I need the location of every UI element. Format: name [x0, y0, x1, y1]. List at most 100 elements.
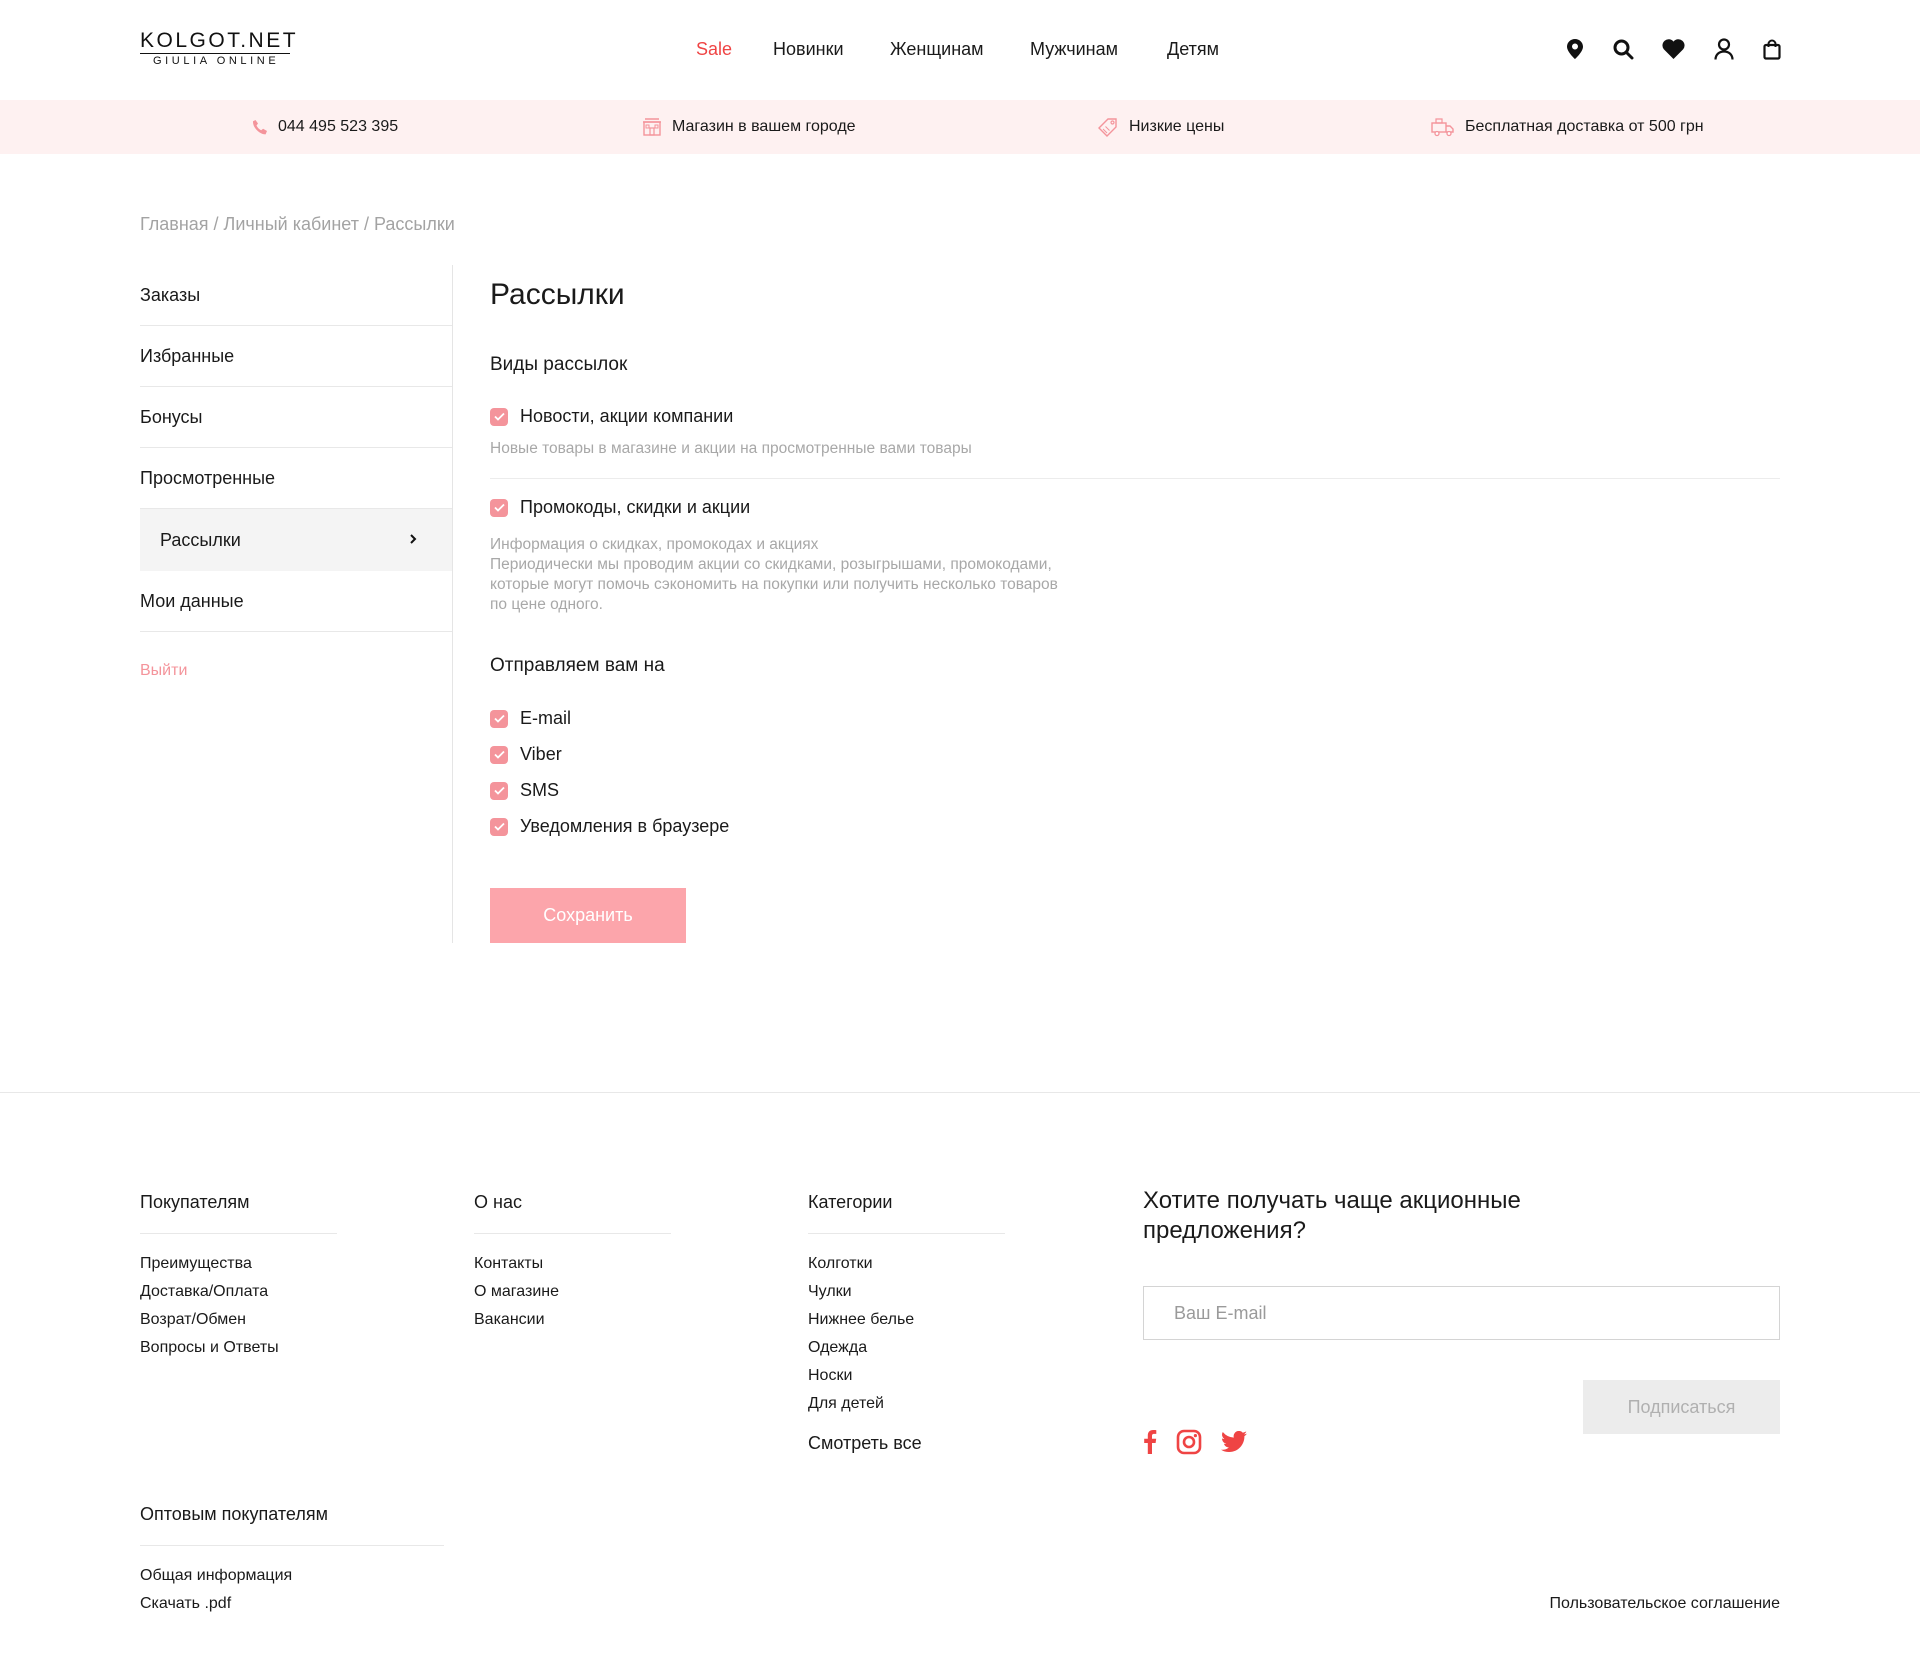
twitter-icon[interactable] — [1220, 1428, 1248, 1456]
footer-wholesale-links: Общая информация Скачать .pdf — [140, 1562, 292, 1618]
footer-link[interactable]: Вопросы и Ответы — [140, 1334, 279, 1362]
info-prices-text: Низкие цены — [1129, 118, 1225, 135]
footer-link[interactable]: Контакты — [474, 1250, 559, 1278]
user-agreement-link[interactable]: Пользовательское соглашение — [1550, 1595, 1780, 1613]
site-header: KOLGOT.NET GIULIA ONLINE Sale Новинки Же… — [0, 0, 1920, 100]
footer-link[interactable]: Скачать .pdf — [140, 1590, 292, 1618]
sidebar-divider — [452, 265, 453, 943]
sidebar-item-label: Рассылки — [160, 529, 241, 550]
checkbox-browser-notifications[interactable]: Уведомления в браузере — [490, 816, 729, 837]
footer-link[interactable]: Преимущества — [140, 1250, 279, 1278]
checkbox-checked[interactable] — [490, 498, 508, 517]
breadcrumb: Главная / Личный кабинет / Рассылки — [140, 214, 455, 235]
user-icon[interactable] — [1712, 37, 1736, 61]
footer-wholesale-title: Оптовым покупателям — [140, 1504, 328, 1524]
logout-link[interactable]: Выйти — [140, 662, 187, 680]
instagram-icon[interactable] — [1175, 1428, 1203, 1456]
footer-link[interactable]: Общая информация — [140, 1562, 292, 1590]
store-icon — [643, 118, 661, 136]
footer-rule — [808, 1233, 1005, 1234]
checkbox-label: Промокоды, скидки и акции — [520, 497, 751, 517]
breadcrumb-home[interactable]: Главная — [140, 214, 209, 234]
subscribe-email-input[interactable] — [1143, 1286, 1780, 1340]
subscribe-button[interactable]: Подписаться — [1583, 1380, 1780, 1434]
footer-divider — [0, 1092, 1920, 1093]
save-button[interactable]: Сохранить — [490, 888, 686, 943]
bag-icon[interactable] — [1760, 37, 1784, 61]
checkbox-email[interactable]: E-mail — [490, 708, 571, 729]
footer-link[interactable]: Доставка/Оплата — [140, 1278, 279, 1306]
promo-description-line: по цене одного. — [490, 596, 603, 613]
checkbox-news-promos[interactable]: Новости, акции компании — [490, 406, 733, 427]
breadcrumb-account[interactable]: Личный кабинет — [224, 214, 359, 234]
chevron-right-icon — [409, 529, 417, 550]
news-description: Новые товары в магазине и акции на просм… — [490, 440, 972, 457]
info-phone[interactable]: 044 495 523 395 — [252, 100, 398, 154]
footer-link[interactable]: Для детей — [808, 1390, 914, 1418]
sidebar-item-label: Бонусы — [140, 406, 203, 427]
breadcrumb-current: Рассылки — [373, 214, 455, 234]
checkbox-checked[interactable] — [490, 817, 508, 836]
sidebar-item-my-data[interactable]: Мои данные — [140, 571, 453, 632]
search-icon[interactable] — [1611, 37, 1635, 61]
sidebar-item-orders[interactable]: Заказы — [140, 265, 453, 326]
footer-link[interactable]: Чулки — [808, 1278, 914, 1306]
footer-rule — [140, 1233, 337, 1234]
subscribe-title-line: предложения? — [1143, 1217, 1306, 1244]
checkbox-checked[interactable] — [490, 407, 508, 426]
checkbox-label: Viber — [520, 744, 562, 764]
location-icon[interactable] — [1563, 37, 1587, 61]
nav-kids[interactable]: Детям — [1167, 37, 1219, 61]
checkbox-sms[interactable]: SMS — [490, 780, 559, 801]
footer-link[interactable]: Нижнее белье — [808, 1306, 914, 1334]
promo-description-line: Информация о скидках, промокодах и акция… — [490, 536, 819, 553]
nav-new[interactable]: Новинки — [773, 37, 844, 61]
footer-link[interactable]: Одежда — [808, 1334, 914, 1362]
checkbox-checked[interactable] — [490, 781, 508, 800]
footer-rule — [474, 1233, 671, 1234]
footer-buyers-links: Преимущества Доставка/Оплата Возрат/Обме… — [140, 1250, 279, 1362]
subscribe-title-line: Хотите получать чаще акционные — [1143, 1187, 1521, 1214]
footer-link[interactable]: Вакансии — [474, 1306, 559, 1334]
sidebar-item-bonuses[interactable]: Бонусы — [140, 387, 453, 448]
tag-icon — [1098, 118, 1117, 137]
sidebar-item-newsletters[interactable]: Рассылки — [140, 509, 453, 571]
sidebar-item-label: Заказы — [140, 284, 201, 305]
breadcrumb-separator: / — [358, 214, 374, 234]
channels-section-title: Отправляем вам на — [490, 655, 665, 676]
sidebar-item-label: Просмотренные — [140, 467, 276, 488]
nav-men[interactable]: Мужчинам — [1030, 37, 1118, 61]
footer-link[interactable]: Возрат/Обмен — [140, 1306, 279, 1334]
section-divider — [490, 478, 1780, 479]
nav-sale[interactable]: Sale — [696, 37, 732, 61]
info-store[interactable]: Магазин в вашем городе — [642, 100, 856, 154]
footer-link[interactable]: Носки — [808, 1362, 914, 1390]
footer-link[interactable]: О магазине — [474, 1278, 559, 1306]
logo[interactable]: KOLGOT.NET GIULIA ONLINE — [140, 29, 299, 70]
footer-about-title: О нас — [474, 1192, 522, 1212]
sidebar-item-favorites[interactable]: Избранные — [140, 326, 453, 387]
checkbox-checked[interactable] — [490, 709, 508, 728]
info-delivery[interactable]: Бесплатная доставка от 500 грн — [1431, 100, 1704, 154]
phone-icon — [252, 119, 267, 134]
checkbox-promo-codes[interactable]: Промокоды, скидки и акции — [490, 497, 750, 518]
logo-name: KOLGOT.NET — [140, 29, 299, 52]
footer-buyers-title: Покупателям — [140, 1192, 250, 1212]
nav-women[interactable]: Женщинам — [890, 37, 984, 61]
checkbox-checked[interactable] — [490, 745, 508, 764]
heart-icon[interactable] — [1661, 37, 1685, 61]
sidebar-item-viewed[interactable]: Просмотренные — [140, 448, 453, 509]
checkbox-label: Новости, акции компании — [520, 406, 734, 426]
footer-categories-links: Колготки Чулки Нижнее белье Одежда Носки… — [808, 1250, 914, 1418]
subscribe-title: Хотите получать чаще акционные предложен… — [1143, 1186, 1613, 1246]
info-phone-text: 044 495 523 395 — [278, 118, 399, 135]
footer-link[interactable]: Колготки — [808, 1250, 914, 1278]
checkbox-label: SMS — [520, 780, 560, 800]
info-prices[interactable]: Низкие цены — [1097, 100, 1224, 154]
facebook-icon[interactable] — [1136, 1428, 1164, 1456]
checkbox-viber[interactable]: Viber — [490, 744, 562, 765]
info-bar: 044 495 523 395 Магазин в вашем городе Н… — [0, 100, 1920, 154]
see-all-categories-link[interactable]: Смотреть все — [808, 1433, 922, 1454]
delivery-truck-icon — [1431, 118, 1454, 137]
breadcrumb-separator: / — [208, 214, 224, 234]
